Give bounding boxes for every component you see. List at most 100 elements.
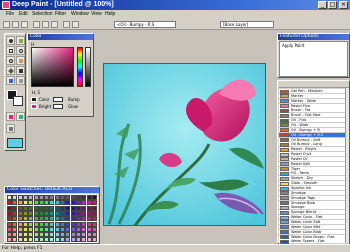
color-swatch[interactable] bbox=[91, 210, 97, 216]
color-swatch[interactable] bbox=[75, 200, 81, 206]
color-swatch[interactable] bbox=[49, 221, 55, 227]
color-swatch[interactable] bbox=[60, 232, 65, 238]
color-swatch[interactable] bbox=[60, 216, 65, 222]
color-swatch[interactable] bbox=[60, 210, 65, 216]
color-swatch[interactable] bbox=[44, 210, 50, 216]
color-swatch[interactable] bbox=[91, 200, 97, 206]
color-swatch[interactable] bbox=[81, 210, 87, 216]
color-swatch[interactable] bbox=[81, 237, 87, 243]
canvas-thumbnail[interactable] bbox=[7, 138, 23, 148]
color-swatch[interactable] bbox=[81, 200, 87, 206]
background-color-swatch[interactable] bbox=[13, 96, 23, 106]
color-swatch[interactable] bbox=[38, 205, 44, 211]
saturation-value-picker[interactable] bbox=[31, 47, 74, 87]
color-swatch[interactable] bbox=[12, 232, 18, 238]
color-swatch[interactable] bbox=[12, 200, 18, 206]
color-swatch[interactable] bbox=[12, 226, 18, 232]
color-swatch[interactable] bbox=[54, 226, 60, 232]
color-swatch[interactable] bbox=[75, 237, 81, 243]
menu-window[interactable]: Window bbox=[71, 11, 89, 17]
color-swatch[interactable] bbox=[22, 237, 28, 243]
color-swatch[interactable] bbox=[86, 237, 92, 243]
color-swatch[interactable] bbox=[54, 232, 60, 238]
color-swatch[interactable] bbox=[86, 210, 92, 216]
color-swatch[interactable] bbox=[38, 226, 44, 232]
select-tool[interactable] bbox=[6, 46, 15, 55]
color-swatch[interactable] bbox=[28, 237, 34, 243]
color-swatch[interactable] bbox=[38, 237, 44, 243]
color-swatch[interactable] bbox=[75, 195, 81, 200]
color-swatch[interactable] bbox=[12, 205, 18, 211]
color-swatch[interactable] bbox=[54, 200, 60, 206]
color-swatch[interactable] bbox=[7, 221, 12, 227]
cut-icon[interactable] bbox=[33, 21, 40, 28]
color-swatch[interactable] bbox=[49, 216, 55, 222]
color-swatch[interactable] bbox=[60, 205, 65, 211]
color-swatch[interactable] bbox=[86, 226, 92, 232]
color-swatch[interactable] bbox=[38, 210, 44, 216]
color-swatch[interactable] bbox=[7, 200, 12, 206]
color-swatch[interactable] bbox=[65, 200, 71, 206]
color-swatch[interactable] bbox=[86, 216, 92, 222]
help-icon[interactable] bbox=[72, 21, 79, 28]
menu-edit[interactable]: Edit bbox=[19, 11, 28, 17]
color-swatch[interactable] bbox=[49, 226, 55, 232]
paste-icon[interactable] bbox=[51, 21, 58, 28]
color-swatch[interactable] bbox=[22, 216, 28, 222]
menu-help[interactable]: Help bbox=[105, 11, 115, 17]
color-swatch[interactable] bbox=[17, 205, 23, 211]
color-swatch[interactable] bbox=[70, 226, 76, 232]
menu-selection[interactable]: Selection bbox=[32, 11, 53, 17]
color-swatch[interactable] bbox=[22, 210, 28, 216]
color-swatch[interactable] bbox=[33, 232, 39, 238]
color-swatch[interactable] bbox=[7, 226, 12, 232]
color-swatch[interactable] bbox=[12, 237, 18, 243]
color-swatch[interactable] bbox=[54, 205, 60, 211]
color-swatch[interactable] bbox=[22, 195, 28, 200]
color-swatch[interactable] bbox=[28, 195, 34, 200]
color-swatch[interactable] bbox=[65, 226, 71, 232]
color-swatch[interactable] bbox=[65, 221, 71, 227]
clone-tool[interactable] bbox=[16, 36, 25, 45]
color-swatch[interactable] bbox=[86, 221, 92, 227]
color-swatch[interactable] bbox=[91, 195, 97, 200]
color-swatch[interactable] bbox=[91, 216, 97, 222]
color-swatch[interactable] bbox=[60, 221, 65, 227]
color-chip[interactable] bbox=[31, 97, 37, 102]
color-swatch[interactable] bbox=[28, 232, 34, 238]
color-swatch[interactable] bbox=[28, 205, 34, 211]
color-swatch[interactable] bbox=[33, 216, 39, 222]
color-swatch[interactable] bbox=[22, 221, 28, 227]
color-swatch[interactable] bbox=[12, 195, 18, 200]
layer-field[interactable]: [Base Layer] bbox=[220, 21, 274, 28]
color-swatch[interactable] bbox=[86, 200, 92, 206]
color-swatch[interactable] bbox=[17, 210, 23, 216]
color-swatch[interactable] bbox=[12, 210, 18, 216]
color-swatch[interactable] bbox=[28, 200, 34, 206]
color-swatch[interactable] bbox=[33, 200, 39, 206]
color-swatch[interactable] bbox=[91, 221, 97, 227]
bright-chip[interactable] bbox=[31, 104, 37, 109]
color-swatch[interactable] bbox=[91, 237, 97, 243]
color-swatch[interactable] bbox=[65, 195, 71, 200]
color-swatch[interactable] bbox=[33, 226, 39, 232]
color-swatch[interactable] bbox=[65, 205, 71, 211]
color-swatch[interactable] bbox=[75, 216, 81, 222]
hue-slider[interactable] bbox=[77, 47, 83, 87]
color-swatch[interactable] bbox=[65, 216, 71, 222]
color-swatch[interactable] bbox=[81, 232, 87, 238]
color-swatch[interactable] bbox=[38, 232, 44, 238]
menu-filter[interactable]: Filter bbox=[55, 11, 66, 17]
painting-canvas[interactable] bbox=[103, 63, 266, 226]
color-swatch[interactable] bbox=[81, 205, 87, 211]
color-swatch[interactable] bbox=[44, 205, 50, 211]
color-swatch[interactable] bbox=[75, 232, 81, 238]
color-swatch[interactable] bbox=[70, 205, 76, 211]
color-swatch[interactable] bbox=[12, 221, 18, 227]
color-swatch[interactable] bbox=[60, 237, 65, 243]
color-swatch[interactable] bbox=[28, 216, 34, 222]
color-swatch[interactable] bbox=[17, 200, 23, 206]
color-swatch[interactable] bbox=[38, 200, 44, 206]
menu-file[interactable]: File bbox=[6, 11, 14, 17]
color-swatch[interactable] bbox=[44, 195, 50, 200]
